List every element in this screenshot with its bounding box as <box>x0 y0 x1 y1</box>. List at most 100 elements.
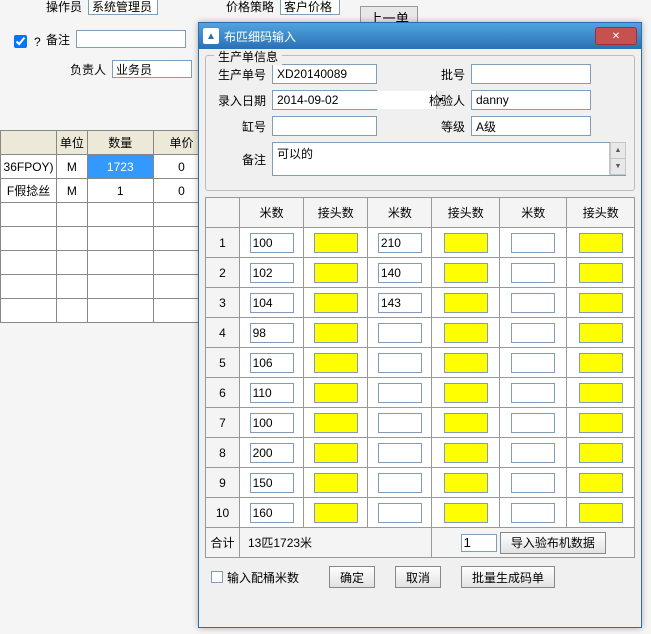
meters-input[interactable] <box>378 323 422 343</box>
prod-no-input[interactable] <box>272 64 377 84</box>
bg-cell-qty[interactable]: 1723 <box>87 155 153 179</box>
meters-input[interactable] <box>511 383 555 403</box>
joints-input[interactable] <box>314 233 358 253</box>
meters-input[interactable] <box>511 353 555 373</box>
spin-down-icon[interactable]: ▼ <box>610 158 626 175</box>
bg-cell-name[interactable]: 36FPOY) <box>1 155 57 179</box>
meters-input[interactable] <box>250 293 294 313</box>
joints-input[interactable] <box>579 443 623 463</box>
joints-input[interactable] <box>444 503 488 523</box>
meters-input[interactable] <box>378 473 422 493</box>
joints-input[interactable] <box>579 383 623 403</box>
joints-input[interactable] <box>579 353 623 373</box>
meters-input[interactable] <box>250 383 294 403</box>
meters-input[interactable] <box>250 353 294 373</box>
joints-input[interactable] <box>314 263 358 283</box>
bg-col-qty-header: 数量 <box>87 131 153 155</box>
table-row[interactable]: 36FPOY)M17230 <box>1 155 210 179</box>
meters-input[interactable] <box>511 263 555 283</box>
joints-input[interactable] <box>444 263 488 283</box>
joints-input[interactable] <box>579 503 623 523</box>
joints-input[interactable] <box>314 443 358 463</box>
meters-input[interactable] <box>378 383 422 403</box>
summary-page-input[interactable] <box>461 534 497 552</box>
operator-input[interactable] <box>88 0 158 15</box>
meters-input[interactable] <box>378 293 422 313</box>
meters-input[interactable] <box>511 293 555 313</box>
joints-input[interactable] <box>579 263 623 283</box>
joints-input[interactable] <box>314 353 358 373</box>
meters-input[interactable] <box>378 263 422 283</box>
meters-input[interactable] <box>511 503 555 523</box>
dialog-titlebar[interactable]: ▲ 布匹细码输入 ✕ <box>199 23 641 49</box>
meters-input[interactable] <box>250 263 294 283</box>
table-row[interactable] <box>1 299 210 323</box>
joints-input[interactable] <box>579 233 623 253</box>
meters-input[interactable] <box>378 353 422 373</box>
close-button[interactable]: ✕ <box>595 27 637 45</box>
joints-input[interactable] <box>444 443 488 463</box>
unknown-checkbox-box[interactable] <box>14 35 27 48</box>
cancel-button[interactable]: 取消 <box>395 566 441 588</box>
inspector-input[interactable] <box>471 90 591 110</box>
entry-date-picker[interactable]: ▼ <box>272 90 377 110</box>
joints-input[interactable] <box>579 293 623 313</box>
joints-input[interactable] <box>314 473 358 493</box>
joints-input[interactable] <box>444 323 488 343</box>
meters-input[interactable] <box>511 443 555 463</box>
meters-input[interactable] <box>250 413 294 433</box>
joints-input[interactable] <box>444 293 488 313</box>
meters-input[interactable] <box>250 323 294 343</box>
meters-input[interactable] <box>250 443 294 463</box>
table-row[interactable] <box>1 227 210 251</box>
batch-generate-button[interactable]: 批量生成码单 <box>461 566 555 588</box>
meters-input[interactable] <box>378 413 422 433</box>
table-row[interactable]: F假捻丝M10 <box>1 179 210 203</box>
spin-up-icon[interactable]: ▲ <box>610 142 626 159</box>
unknown-checkbox[interactable]: ? <box>10 32 41 51</box>
vat-no-input[interactable] <box>272 116 377 136</box>
allocate-checkbox-box[interactable] <box>211 571 223 583</box>
joints-input[interactable] <box>579 413 623 433</box>
joints-input[interactable] <box>579 323 623 343</box>
remark-textarea[interactable] <box>273 143 609 175</box>
meters-input[interactable] <box>250 503 294 523</box>
joints-input[interactable] <box>444 233 488 253</box>
meters-input[interactable] <box>378 503 422 523</box>
grade-input[interactable] <box>471 116 591 136</box>
bg-cell-unit[interactable]: M <box>57 179 88 203</box>
table-row[interactable] <box>1 251 210 275</box>
joints-input[interactable] <box>444 473 488 493</box>
batch-no-input[interactable] <box>471 64 591 84</box>
joints-input[interactable] <box>314 323 358 343</box>
price-strategy-input[interactable] <box>280 0 340 15</box>
bg-remark-input[interactable] <box>76 30 186 48</box>
grid-col-j1-header: 接头数 <box>304 198 368 228</box>
table-row[interactable] <box>1 275 210 299</box>
joints-input[interactable] <box>314 503 358 523</box>
meters-input[interactable] <box>511 323 555 343</box>
allocate-checkbox[interactable]: 输入配桶米数 <box>211 569 299 586</box>
joints-input[interactable] <box>579 473 623 493</box>
bg-incharge-input[interactable] <box>112 60 192 78</box>
joints-input[interactable] <box>444 413 488 433</box>
meters-input[interactable] <box>378 233 422 253</box>
meters-input[interactable] <box>378 443 422 463</box>
joints-input[interactable] <box>314 383 358 403</box>
entry-date-input[interactable] <box>273 91 436 109</box>
meters-input[interactable] <box>511 413 555 433</box>
joints-input[interactable] <box>314 413 358 433</box>
meters-input[interactable] <box>250 473 294 493</box>
bg-cell-qty[interactable]: 1 <box>87 179 153 203</box>
ok-button[interactable]: 确定 <box>329 566 375 588</box>
table-row[interactable] <box>1 203 210 227</box>
bg-cell-unit[interactable]: M <box>57 155 88 179</box>
joints-input[interactable] <box>444 383 488 403</box>
joints-input[interactable] <box>444 353 488 373</box>
meters-input[interactable] <box>250 233 294 253</box>
meters-input[interactable] <box>511 473 555 493</box>
joints-input[interactable] <box>314 293 358 313</box>
bg-cell-name[interactable]: F假捻丝 <box>1 179 57 203</box>
import-data-button[interactable]: 导入验布机数据 <box>500 532 606 554</box>
meters-input[interactable] <box>511 233 555 253</box>
